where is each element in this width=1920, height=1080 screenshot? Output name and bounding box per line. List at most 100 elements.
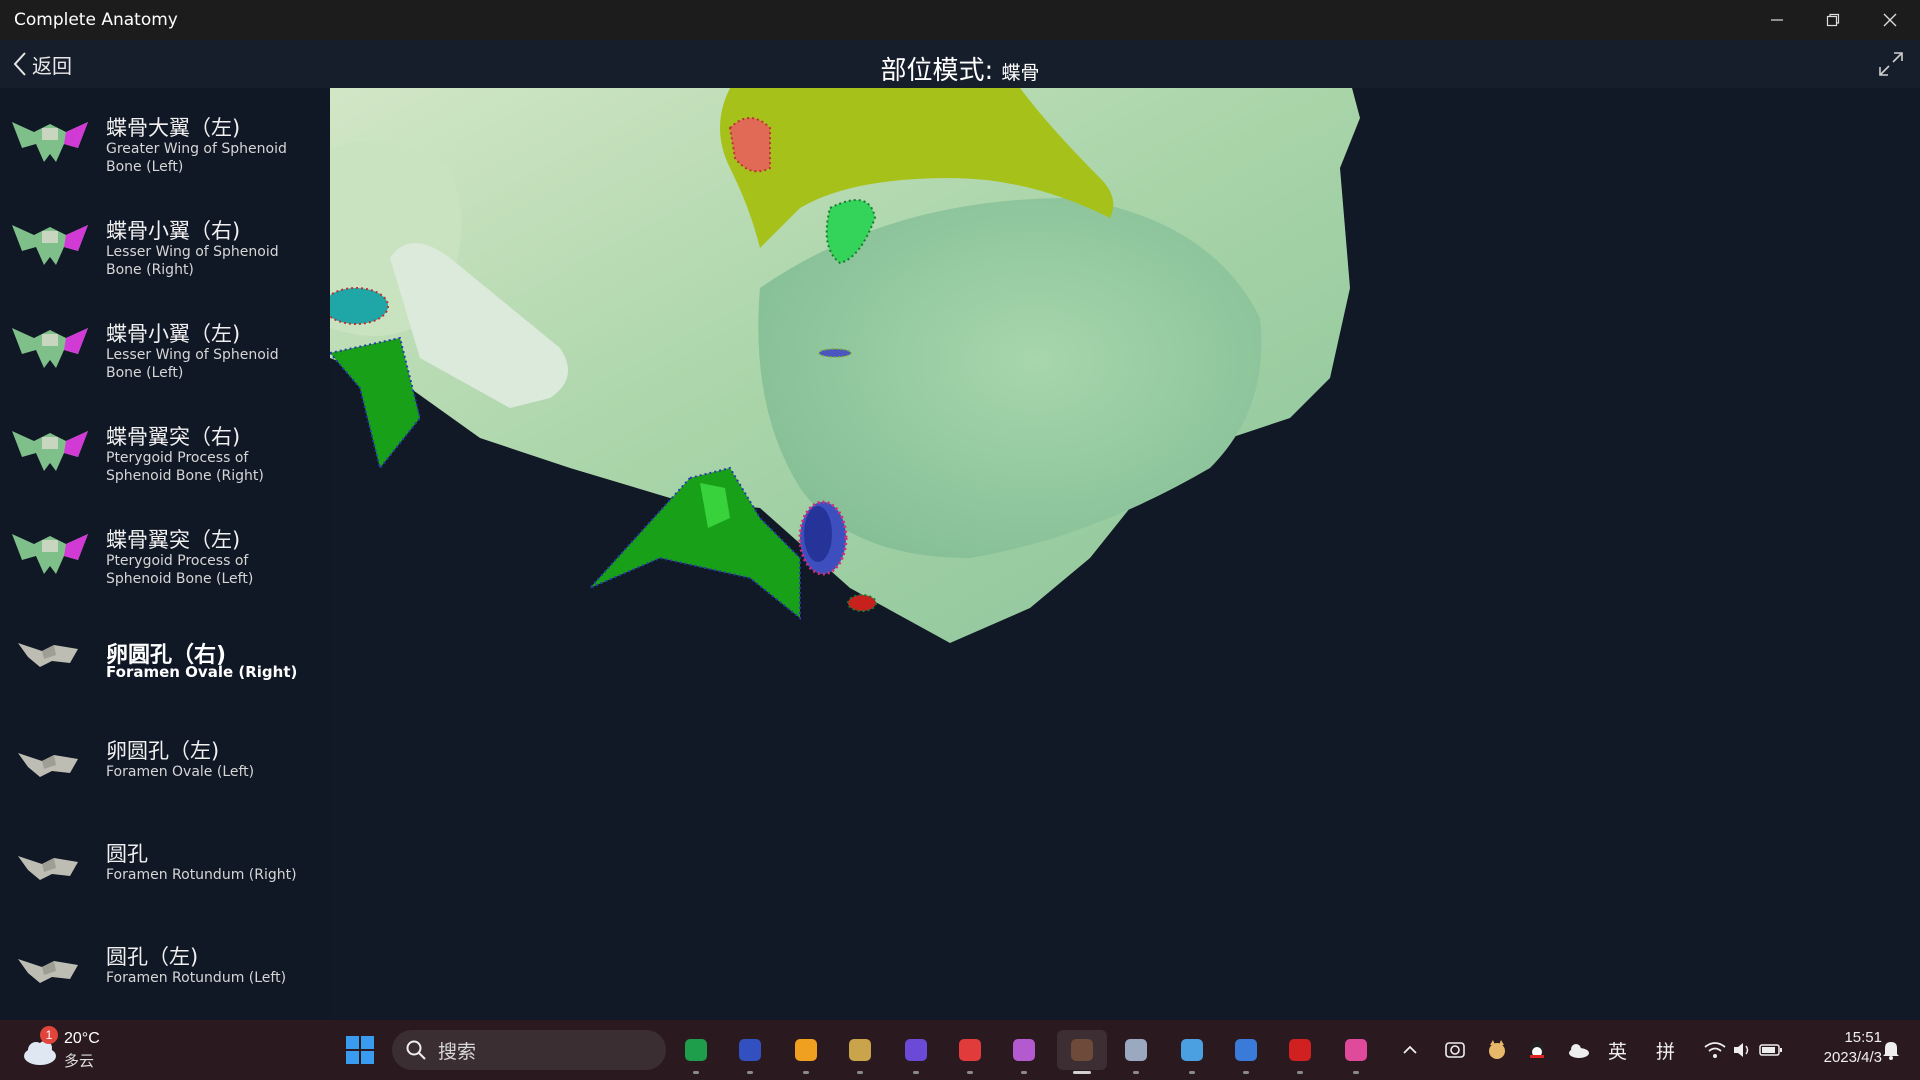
taskbar-app-button[interactable] xyxy=(1004,1030,1044,1074)
app-header: 返回 部位模式: 蝶骨 xyxy=(0,40,1920,88)
list-item[interactable]: 蝶骨小翼（左) Lesser Wing of Sphenoid Bone (Lef… xyxy=(0,302,330,402)
windows-start-icon xyxy=(346,1036,374,1064)
sphenoid-thumbnail-icon xyxy=(12,534,88,574)
minimize-icon xyxy=(1771,19,1783,21)
sphenoid-thumbnail-icon xyxy=(12,225,88,265)
tray-app-button[interactable] xyxy=(1522,1030,1552,1070)
windows-start-button[interactable] xyxy=(340,1030,380,1070)
sphenoid-thumbnail-icon xyxy=(18,959,78,983)
search-icon xyxy=(406,1040,426,1060)
running-indicator xyxy=(1353,1071,1359,1074)
battery-icon xyxy=(1759,1044,1782,1056)
taskbar-app-button[interactable] xyxy=(896,1030,936,1074)
page-title: 部位模式: 蝶骨 xyxy=(0,50,1920,87)
running-indicator xyxy=(1021,1071,1027,1074)
list-item[interactable]: 圆孔（左) Foramen Rotundum (Left) xyxy=(0,925,330,1020)
list-item[interactable]: 卵圆孔（左) Foramen Ovale (Left) xyxy=(0,719,330,819)
item-name-cn: 卵圆孔（左) xyxy=(106,739,220,763)
list-item[interactable]: 卵圆孔（右) Foramen Ovale (Right) xyxy=(0,609,330,709)
tray-app-button[interactable] xyxy=(1440,1030,1470,1070)
item-name-cn: 圆孔（左) xyxy=(106,945,199,969)
sphenoid-thumbnail-icon xyxy=(12,328,88,368)
running-indicator xyxy=(803,1071,809,1074)
league-app-icon xyxy=(849,1039,871,1061)
speaker-icon xyxy=(1734,1043,1749,1057)
screenshot-tray-icon xyxy=(1445,1042,1465,1058)
taskbar-app-button[interactable] xyxy=(840,1030,880,1074)
weather-description: 多云 xyxy=(64,1052,95,1070)
list-item[interactable]: 圆孔 Foramen Rotundum (Right) xyxy=(0,822,330,922)
notifications-button[interactable] xyxy=(1876,1030,1906,1070)
restore-icon xyxy=(1826,13,1840,27)
input-method-pinyin[interactable]: 拼 xyxy=(1656,1037,1675,1064)
item-name-en: Foramen Ovale (Left) xyxy=(106,764,255,780)
item-name-en: Lesser Wing of Sphenoid Bone (Right) xyxy=(106,244,279,278)
tray-app-button[interactable] xyxy=(1482,1030,1512,1070)
battery-button[interactable] xyxy=(1756,1030,1786,1070)
anatomy-3d-viewport[interactable] xyxy=(323,88,1920,1020)
weather-widget[interactable]: 1 20°C 多云 xyxy=(20,1026,110,1072)
onedrive-cloud-icon xyxy=(1569,1044,1589,1058)
taskbar-app-button[interactable] xyxy=(786,1030,826,1074)
running-indicator xyxy=(1243,1071,1249,1074)
list-item[interactable]: 蝶骨翼突（右) Pterygoid Process of Sphenoid Bon… xyxy=(0,405,330,505)
input-language-en[interactable]: 英 xyxy=(1608,1037,1627,1064)
item-name-cn: 蝶骨翼突（右) xyxy=(106,425,241,449)
window-titlebar: Complete Anatomy xyxy=(0,0,1920,40)
sphenoid-bone-model xyxy=(323,88,1360,643)
taskbar-app-button[interactable] xyxy=(950,1030,990,1074)
sphenoid-thumbnail-icon xyxy=(12,431,88,471)
chrome-like-app-icon xyxy=(795,1039,817,1061)
running-indicator xyxy=(1189,1071,1195,1074)
list-item[interactable]: 蝶骨翼突（左) Pterygoid Process of Sphenoid Bon… xyxy=(0,508,330,608)
complete-anatomy-icon xyxy=(1071,1039,1093,1061)
taskbar-app-button[interactable] xyxy=(676,1030,716,1074)
weather-badge: 1 xyxy=(40,1026,58,1044)
game-app-icon xyxy=(739,1039,761,1061)
item-name-cn: 蝶骨大翼（左) xyxy=(106,116,241,140)
crystal-app-icon xyxy=(905,1039,927,1061)
blue-app-icon xyxy=(1235,1039,1257,1061)
taskbar-app-button[interactable] xyxy=(1226,1030,1266,1074)
fullscreen-button[interactable] xyxy=(1876,49,1906,79)
list-item[interactable]: 蝶骨大翼（左) Greater Wing of Sphenoid Bone (Le… xyxy=(0,96,330,196)
netease-music-icon xyxy=(959,1039,981,1061)
item-name-en: Foramen Ovale (Right) xyxy=(106,663,298,681)
taskbar-app-button[interactable] xyxy=(1336,1030,1376,1074)
taskbar-app-button[interactable] xyxy=(730,1030,770,1074)
network-button[interactable] xyxy=(1700,1030,1730,1070)
acrobat-icon xyxy=(1289,1039,1311,1061)
running-indicator xyxy=(1073,1071,1091,1074)
notepad-app-icon xyxy=(1125,1039,1147,1061)
running-indicator xyxy=(693,1071,699,1074)
taskbar-app-button[interactable] xyxy=(1116,1030,1156,1074)
running-indicator xyxy=(857,1071,863,1074)
close-icon xyxy=(1883,13,1897,27)
restore-button[interactable] xyxy=(1805,0,1861,40)
taskbar-app-button[interactable] xyxy=(1057,1030,1107,1074)
tray-app-button[interactable] xyxy=(1563,1030,1593,1070)
taskbar-app-button[interactable] xyxy=(1280,1030,1320,1074)
mode-label: 部位模式: xyxy=(880,56,994,86)
spreadsheet-app-icon xyxy=(685,1039,707,1061)
taskbar-search[interactable]: 搜索 xyxy=(392,1030,666,1070)
show-hidden-icons-button[interactable] xyxy=(1398,1030,1422,1070)
sphenoid-thumbnail-icon xyxy=(18,753,78,777)
system-clock[interactable]: 15:51 2023/4/3 xyxy=(1792,1028,1882,1068)
list-item[interactable]: 蝶骨小翼（右) Lesser Wing of Sphenoid Bone (Rig… xyxy=(0,199,330,299)
chevron-up-icon xyxy=(1403,1045,1417,1054)
running-indicator xyxy=(1297,1071,1303,1074)
windows-taskbar: 1 20°C 多云 搜索 英 拼 15:51 2023/4/3 xyxy=(0,1020,1920,1080)
running-indicator xyxy=(967,1071,973,1074)
item-name-en: Pterygoid Process of Sphenoid Bone (Left… xyxy=(106,553,254,587)
mode-value: 蝶骨 xyxy=(1001,62,1040,84)
structure-list: 蝶骨大翼（左) Greater Wing of Sphenoid Bone (Le… xyxy=(0,88,330,1020)
window-title: Complete Anatomy xyxy=(14,10,178,30)
close-button[interactable] xyxy=(1862,0,1918,40)
item-name-en: Greater Wing of Sphenoid Bone (Left) xyxy=(106,141,287,175)
weather-temperature: 20°C xyxy=(64,1030,100,1047)
running-indicator xyxy=(913,1071,919,1074)
taskbar-app-button[interactable] xyxy=(1172,1030,1212,1074)
volume-button[interactable] xyxy=(1728,1030,1758,1070)
minimize-button[interactable] xyxy=(1749,0,1805,40)
